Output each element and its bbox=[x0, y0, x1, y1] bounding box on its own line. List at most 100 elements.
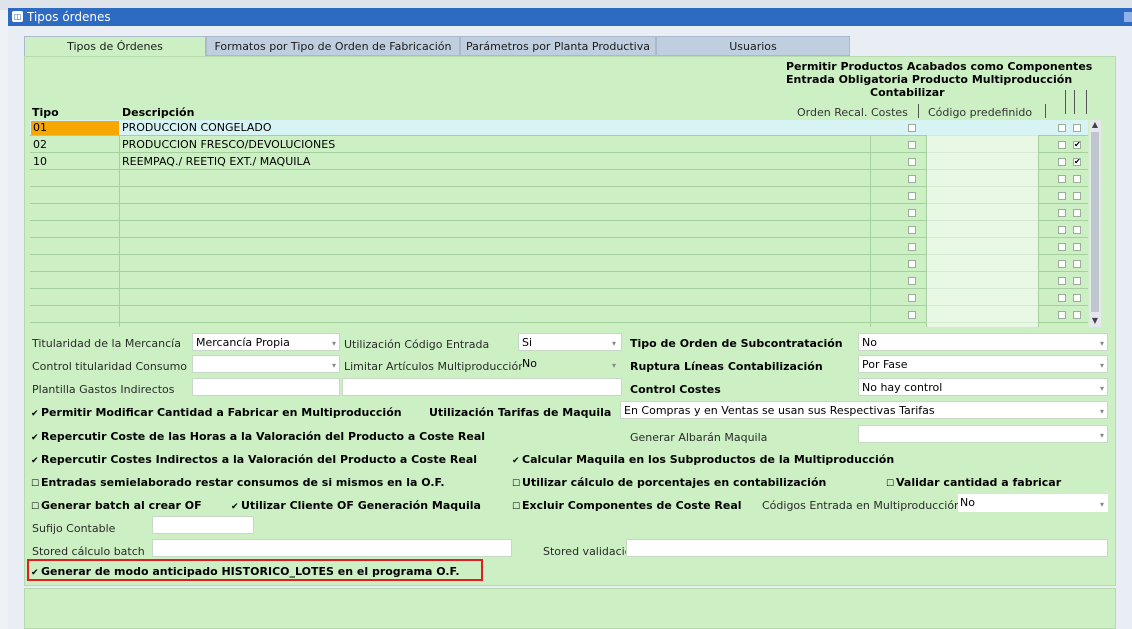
orden-recal-checkbox[interactable] bbox=[908, 277, 916, 285]
titularidad-select[interactable]: Mercancía Propia bbox=[192, 333, 340, 351]
grid-scrollbar[interactable]: ▲ ▼ bbox=[1089, 120, 1101, 327]
chevron-down-icon[interactable]: ▾ bbox=[1098, 361, 1106, 370]
permitir-checkbox[interactable] bbox=[1058, 141, 1066, 149]
orden-recal-checkbox[interactable] bbox=[908, 260, 916, 268]
entrada-checkbox[interactable] bbox=[1073, 311, 1081, 319]
orden-recal-checkbox[interactable] bbox=[908, 175, 916, 183]
tab-usuarios[interactable]: Usuarios bbox=[656, 36, 850, 56]
tab-parametros-planta[interactable]: Parámetros por Planta Productiva bbox=[460, 36, 656, 56]
permitir-checkbox[interactable] bbox=[1058, 209, 1066, 217]
orden-recal-checkbox[interactable] bbox=[908, 243, 916, 251]
header-divider bbox=[918, 104, 919, 118]
chevron-down-icon[interactable]: ▾ bbox=[330, 339, 338, 348]
chevron-down-icon[interactable]: ▾ bbox=[1098, 407, 1106, 416]
entrada-checkbox[interactable] bbox=[1073, 294, 1081, 302]
orden-recal-checkbox[interactable] bbox=[908, 141, 916, 149]
chevron-down-icon[interactable]: ▾ bbox=[1098, 384, 1106, 393]
chevron-down-icon[interactable]: ▾ bbox=[330, 361, 338, 370]
entrada-checkbox[interactable] bbox=[1073, 192, 1081, 200]
stored-validacion-input[interactable] bbox=[626, 539, 1108, 557]
limitar-select[interactable]: No bbox=[518, 355, 622, 373]
util-tarifas-label: Utilización Tarifas de Maquila bbox=[429, 406, 612, 419]
permitir-checkbox[interactable] bbox=[1058, 124, 1066, 132]
control-titularidad-select[interactable] bbox=[192, 355, 340, 373]
ruptura-select[interactable]: Por Fase bbox=[858, 355, 1108, 373]
permitir-checkbox[interactable] bbox=[1058, 243, 1066, 251]
permitir-checkbox[interactable] bbox=[1058, 226, 1066, 234]
orden-recal-checkbox[interactable] bbox=[908, 192, 916, 200]
generar-batch-checkbox[interactable]: ☐ Generar batch al crear OF bbox=[31, 499, 202, 512]
control-titularidad-label: Control titularidad Consumo bbox=[32, 360, 188, 373]
codigos-entrada-select[interactable]: No bbox=[958, 494, 1108, 512]
calcular-maquila-checkbox[interactable]: ✔ Calcular Maquila en los Subproductos de… bbox=[512, 453, 894, 466]
generar-albaran-select[interactable] bbox=[858, 425, 1108, 443]
orden-recal-checkbox[interactable] bbox=[908, 311, 916, 319]
util-codigo-select[interactable]: Si bbox=[518, 333, 622, 351]
chevron-down-icon[interactable]: ▾ bbox=[610, 361, 618, 370]
orden-recal-checkbox[interactable] bbox=[908, 226, 916, 234]
chevron-down-icon[interactable]: ▾ bbox=[1098, 500, 1106, 509]
scroll-thumb[interactable] bbox=[1091, 132, 1099, 312]
entrada-checkbox[interactable] bbox=[1073, 226, 1081, 234]
permitir-checkbox[interactable] bbox=[1058, 294, 1066, 302]
utilizar-cliente-checkbox[interactable]: ✔ Utilizar Cliente OF Generación Maquila bbox=[231, 499, 481, 512]
window-title: Tipos órdenes bbox=[27, 10, 111, 24]
plantilla-code-input[interactable] bbox=[192, 378, 340, 396]
maximize-icon[interactable] bbox=[1124, 12, 1132, 22]
table-row-descripcion[interactable]: REEMPAQ./ REETIQ EXT./ MAQUILA bbox=[122, 155, 310, 168]
stored-batch-input[interactable] bbox=[152, 539, 512, 557]
check-icon: ✔ bbox=[31, 456, 39, 466]
unchecked-icon: ☐ bbox=[31, 502, 40, 512]
entrada-checkbox[interactable] bbox=[1073, 209, 1081, 217]
entrada-checkbox[interactable]: ✔ bbox=[1073, 141, 1081, 149]
entradas-semi-checkbox[interactable]: ☐ Entradas semielaborado restar consumos … bbox=[31, 476, 445, 489]
plantilla-label: Plantilla Gastos Indirectos bbox=[32, 383, 175, 396]
entrada-checkbox[interactable] bbox=[1073, 243, 1081, 251]
permitir-checkbox[interactable] bbox=[1058, 192, 1066, 200]
ruptura-label: Ruptura Líneas Contabilización bbox=[630, 360, 823, 373]
orden-recal-checkbox[interactable] bbox=[908, 209, 916, 217]
excluir-componentes-checkbox[interactable]: ☐ Excluir Componentes de Coste Real bbox=[512, 499, 742, 512]
sufijo-input[interactable] bbox=[152, 516, 254, 534]
header-bracket bbox=[1086, 90, 1087, 114]
tab-formatos[interactable]: Formatos por Tipo de Orden de Fabricació… bbox=[206, 36, 460, 56]
entrada-checkbox[interactable] bbox=[1073, 277, 1081, 285]
permitir-checkbox[interactable] bbox=[1058, 311, 1066, 319]
util-tarifas-select[interactable]: En Compras y en Ventas se usan sus Respe… bbox=[620, 401, 1108, 419]
table-row-tipo[interactable]: 02 bbox=[33, 138, 47, 151]
table-row-descripcion[interactable]: PRODUCCION CONGELADO bbox=[122, 121, 272, 134]
validar-cantidad-checkbox[interactable]: ☐ Validar cantidad a fabricar bbox=[886, 476, 1061, 489]
permitir-checkbox[interactable] bbox=[1058, 260, 1066, 268]
scroll-down-icon[interactable]: ▼ bbox=[1089, 316, 1101, 326]
plantilla-desc-input[interactable] bbox=[342, 378, 622, 396]
chevron-down-icon[interactable]: ▾ bbox=[1098, 431, 1106, 440]
entrada-checkbox[interactable]: ✔ bbox=[1073, 158, 1081, 166]
check-icon: ✔ bbox=[31, 409, 39, 419]
table-row-tipo[interactable]: 10 bbox=[33, 155, 47, 168]
permitir-checkbox[interactable] bbox=[1058, 277, 1066, 285]
orden-recal-checkbox[interactable] bbox=[908, 124, 916, 132]
repercutir-horas-checkbox[interactable]: ✔ Repercutir Coste de las Horas a la Valo… bbox=[31, 430, 485, 443]
tipo-subcontratacion-select[interactable]: No bbox=[858, 333, 1108, 351]
entrada-checkbox[interactable] bbox=[1073, 124, 1081, 132]
header-divider bbox=[1045, 104, 1046, 118]
table-row-tipo[interactable]: 01 bbox=[31, 121, 119, 135]
chevron-down-icon[interactable]: ▾ bbox=[1098, 339, 1106, 348]
permitir-checkbox[interactable] bbox=[1058, 158, 1066, 166]
orden-recal-checkbox[interactable] bbox=[908, 158, 916, 166]
utilizar-porcentajes-checkbox[interactable]: ☐ Utilizar cálculo de porcentajes en cont… bbox=[512, 476, 826, 489]
permitir-modificar-checkbox[interactable]: ✔ Permitir Modificar Cantidad a Fabricar … bbox=[31, 406, 402, 419]
control-costes-select[interactable]: No hay control bbox=[858, 378, 1108, 396]
chevron-down-icon[interactable]: ▾ bbox=[610, 339, 618, 348]
entrada-checkbox[interactable] bbox=[1073, 260, 1081, 268]
entrada-checkbox[interactable] bbox=[1073, 175, 1081, 183]
header-orden-recal: Orden Recal. Costes bbox=[797, 106, 908, 119]
repercutir-indirectos-checkbox[interactable]: ✔ Repercutir Costes Indirectos a la Valor… bbox=[31, 453, 477, 466]
header-descripcion: Descripción bbox=[122, 106, 195, 119]
orden-recal-checkbox[interactable] bbox=[908, 294, 916, 302]
header-tipo: Tipo bbox=[32, 106, 59, 119]
table-row-descripcion[interactable]: PRODUCCION FRESCO/DEVOLUCIONES bbox=[122, 138, 335, 151]
tab-tipos-ordenes[interactable]: Tipos de Órdenes bbox=[24, 36, 206, 57]
scroll-up-icon[interactable]: ▲ bbox=[1089, 120, 1101, 130]
permitir-checkbox[interactable] bbox=[1058, 175, 1066, 183]
